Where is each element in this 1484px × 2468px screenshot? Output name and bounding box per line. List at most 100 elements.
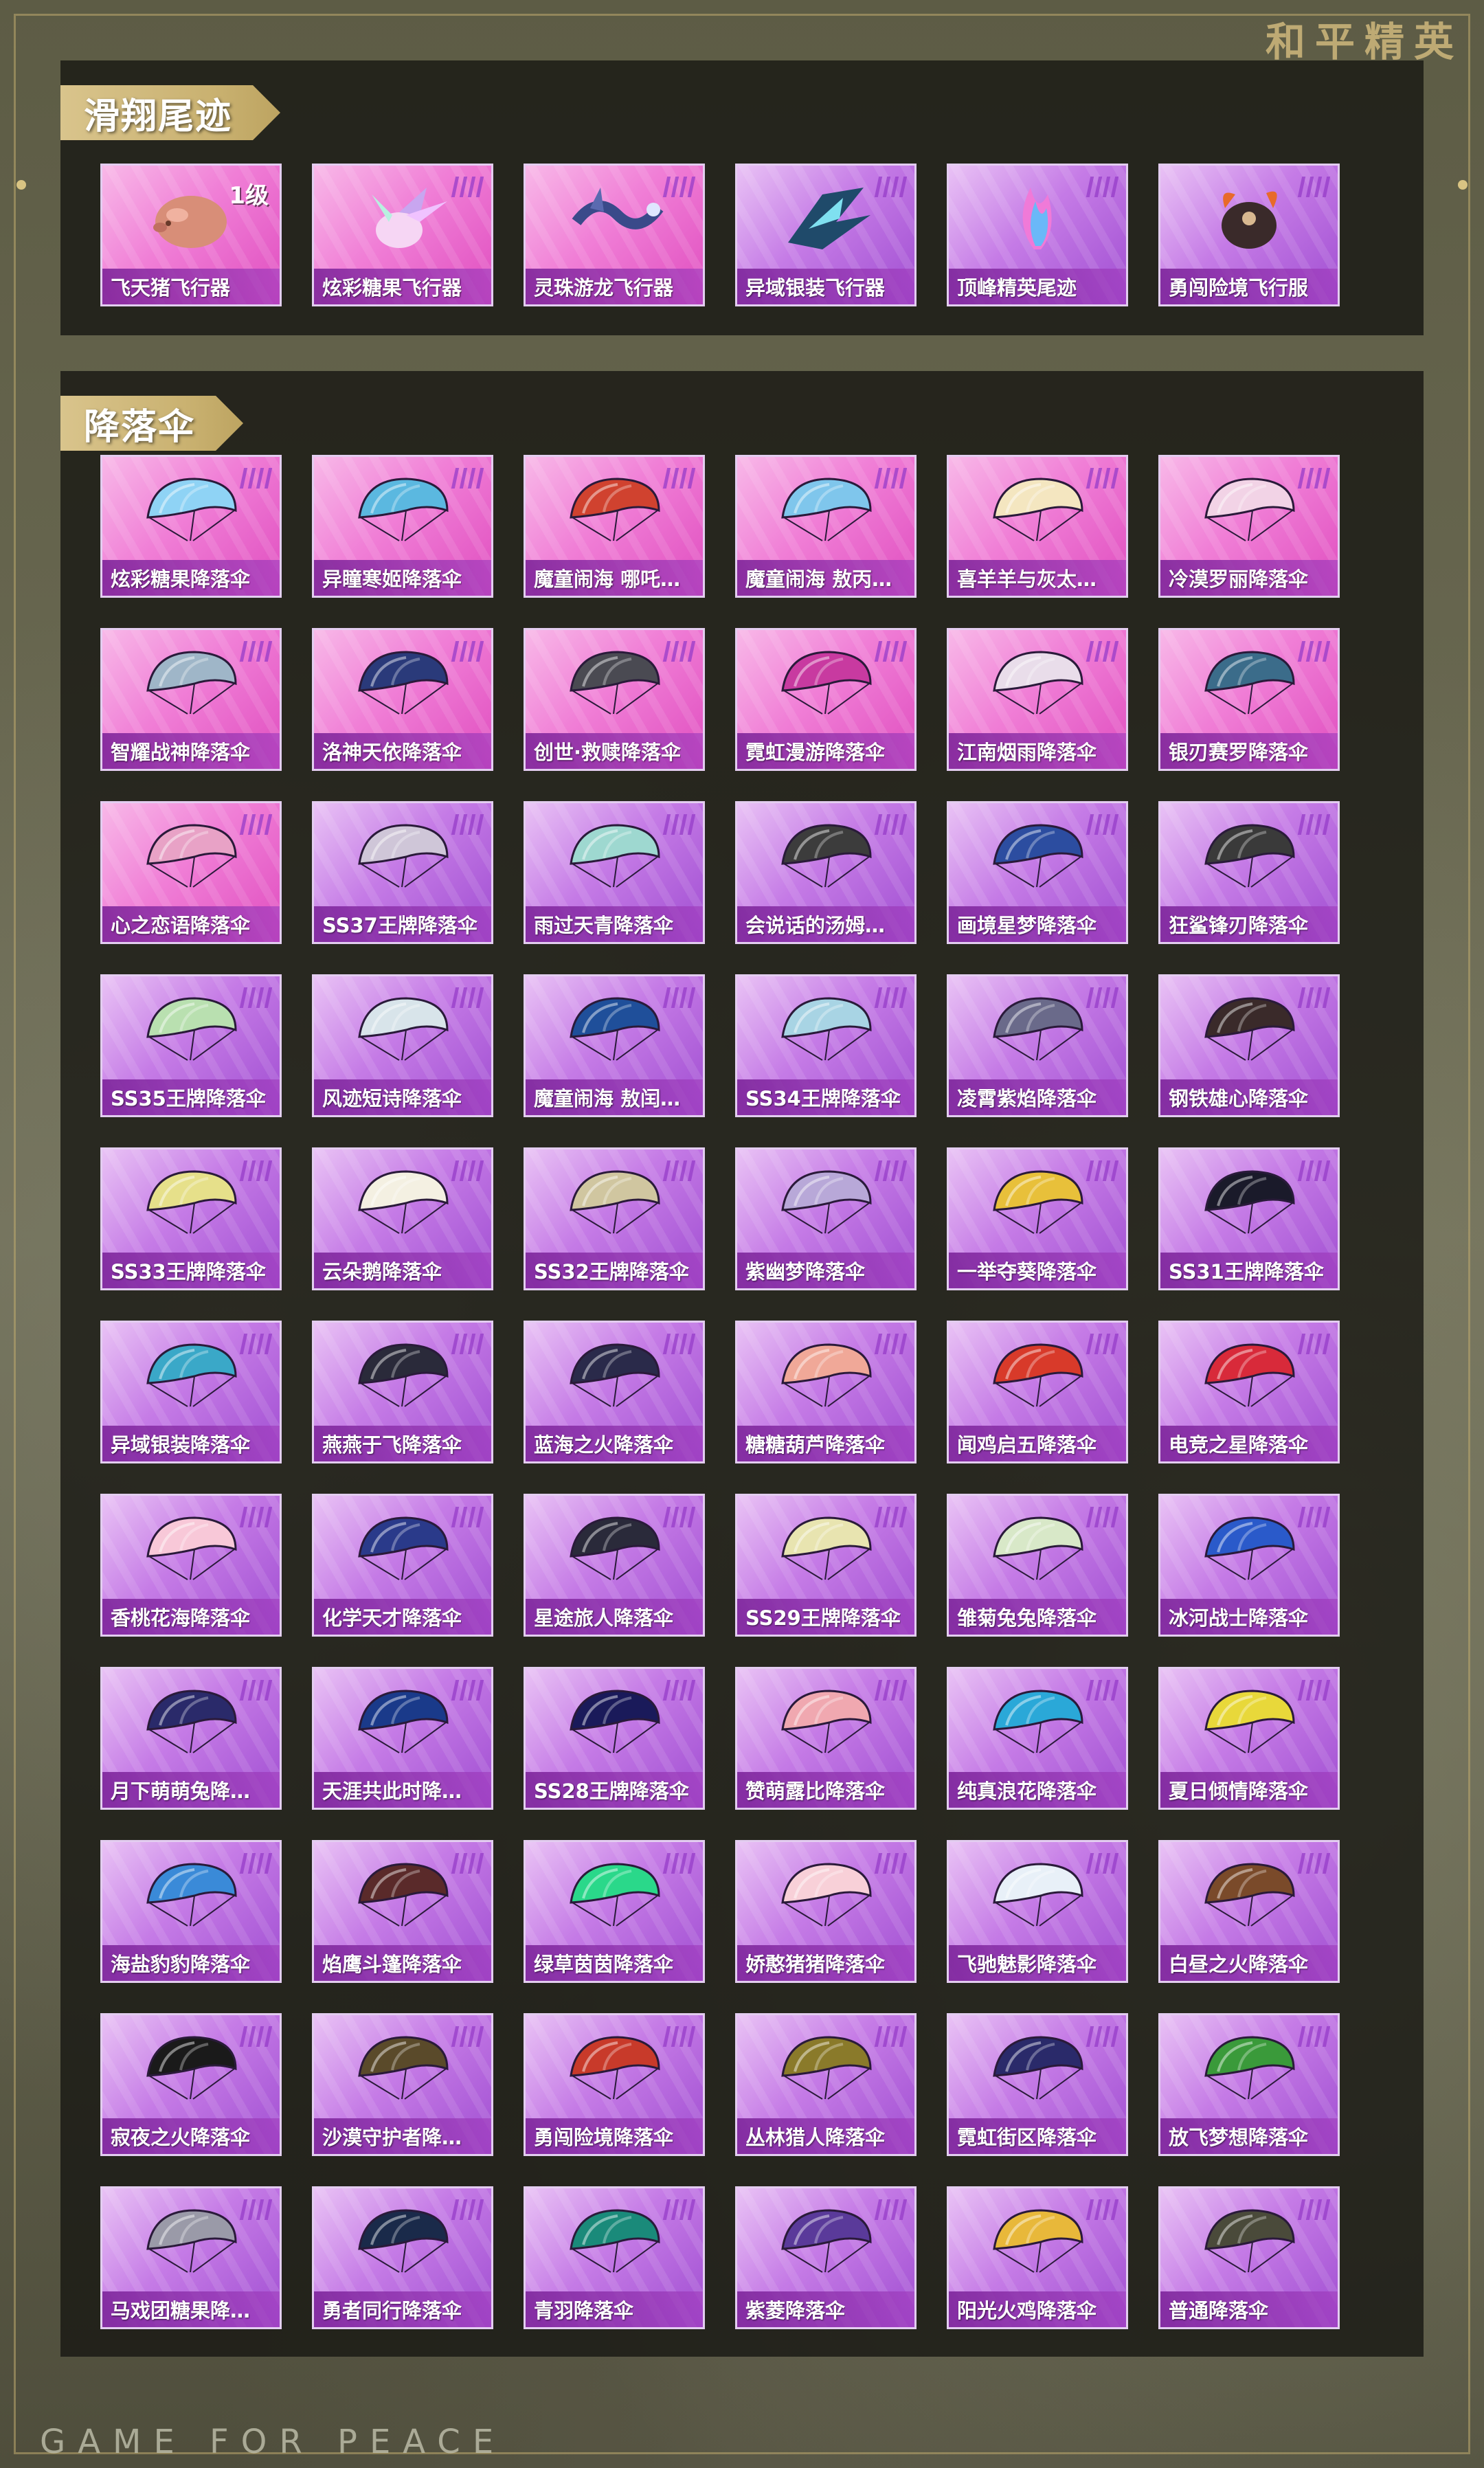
parachute-card[interactable]: 丛林猎人降落伞: [735, 2013, 917, 2156]
parachute-card[interactable]: 风迹短诗降落伞: [312, 974, 493, 1117]
rarity-bars-icon: [239, 1507, 273, 1527]
parachute-card[interactable]: 勇者同行降落伞: [312, 2186, 493, 2329]
parachute-card[interactable]: 洛神天依降落伞: [312, 628, 493, 771]
parachute-card[interactable]: SS29王牌降落伞: [735, 1494, 917, 1637]
parachute-card[interactable]: 化学天才降落伞: [312, 1494, 493, 1637]
parachute-icon: [139, 2203, 243, 2279]
parachute-card[interactable]: 会说话的汤姆…: [735, 801, 917, 944]
parachute-card[interactable]: 钢铁雄心降落伞: [1158, 974, 1340, 1117]
item-name-bar: 异域银装飞行器: [737, 269, 914, 304]
brand-footer-text: GAME FOR PEACE: [40, 2423, 506, 2461]
rarity-bars-icon: [1086, 468, 1119, 489]
parachute-card[interactable]: 雏菊兔兔降落伞: [947, 1494, 1128, 1637]
parachute-icon: [986, 645, 1089, 721]
rarity-bars-icon: [239, 641, 273, 662]
parachute-card[interactable]: 青羽降落伞: [524, 2186, 705, 2329]
parachute-card[interactable]: 月下萌萌兔降…: [100, 1667, 282, 1810]
parachute-card[interactable]: 画境星梦降落伞: [947, 801, 1128, 944]
item-name: 炫彩糖果降落伞: [111, 568, 251, 591]
parachute-card[interactable]: 炫彩糖果降落伞: [100, 455, 282, 598]
item-name: SS28王牌降落伞: [534, 1780, 689, 1803]
parachute-card[interactable]: 冷漠罗丽降落伞: [1158, 455, 1340, 598]
parachute-card[interactable]: 电竞之星降落伞: [1158, 1321, 1340, 1463]
parachute-card[interactable]: 海盐豹豹降落伞: [100, 1840, 282, 1983]
parachute-card[interactable]: 魔童闹海 敖丙…: [735, 455, 917, 598]
parachute-icon: [774, 1511, 877, 1586]
item-name: 喜羊羊与灰太…: [957, 568, 1097, 591]
item-name-bar: 焰鹰斗篷降落伞: [314, 1945, 491, 1981]
item-name: 夏日倾情降落伞: [1169, 1780, 1309, 1803]
parachute-card[interactable]: 赞萌露比降落伞: [735, 1667, 917, 1810]
parachute-card[interactable]: 云朵鹅降落伞: [312, 1147, 493, 1290]
parachute-card[interactable]: 沙漠守护者降…: [312, 2013, 493, 2156]
parachute-icon: [1198, 2203, 1301, 2279]
parachute-card[interactable]: 心之恋语降落伞: [100, 801, 282, 944]
parachute-card[interactable]: 智耀战神降落伞: [100, 628, 282, 771]
candy-craft-icon: [351, 181, 454, 256]
parachute-card[interactable]: SS32王牌降落伞: [524, 1147, 705, 1290]
parachute-card[interactable]: 魔童闹海 哪吒…: [524, 455, 705, 598]
parachute-card[interactable]: 糖糖葫芦降落伞: [735, 1321, 917, 1463]
parachute-card[interactable]: SS33王牌降落伞: [100, 1147, 282, 1290]
parachute-card[interactable]: 一举夺葵降落伞: [947, 1147, 1128, 1290]
parachute-card[interactable]: 香桃花海降落伞: [100, 1494, 282, 1637]
item-name: 洛神天依降落伞: [322, 741, 462, 764]
parachute-card[interactable]: 纯真浪花降落伞: [947, 1667, 1128, 1810]
rarity-bars-icon: [874, 468, 908, 489]
parachute-card[interactable]: 异域银装降落伞: [100, 1321, 282, 1463]
item-name: 画境星梦降落伞: [957, 914, 1097, 937]
parachute-card[interactable]: 霓虹街区降落伞: [947, 2013, 1128, 2156]
parachute-card[interactable]: 银刃赛罗降落伞: [1158, 628, 1340, 771]
parachute-card[interactable]: 勇闯险境降落伞: [524, 2013, 705, 2156]
item-name-bar: 马戏团糖果降…: [102, 2291, 280, 2327]
parachute-card[interactable]: 白昼之火降落伞: [1158, 1840, 1340, 1983]
item-name: 飞天猪飞行器: [111, 276, 231, 300]
parachute-card[interactable]: 紫幽梦降落伞: [735, 1147, 917, 1290]
parachute-card[interactable]: SS28王牌降落伞: [524, 1667, 705, 1810]
parachute-card[interactable]: 阳光火鸡降落伞: [947, 2186, 1128, 2329]
parachute-card[interactable]: 霓虹漫游降落伞: [735, 628, 917, 771]
parachute-card[interactable]: 普通降落伞: [1158, 2186, 1340, 2329]
parachute-card[interactable]: SS35王牌降落伞: [100, 974, 282, 1117]
parachute-card[interactable]: 喜羊羊与灰太…: [947, 455, 1128, 598]
item-name: 蓝海之火降落伞: [534, 1433, 674, 1457]
parachute-card[interactable]: 寂夜之火降落伞: [100, 2013, 282, 2156]
parachute-card[interactable]: 星途旅人降落伞: [524, 1494, 705, 1637]
parachute-card[interactable]: 魔童闹海 敖闰…: [524, 974, 705, 1117]
trail-card[interactable]: 1级 飞天猪飞行器: [100, 164, 282, 306]
parachute-card[interactable]: 闻鸡启五降落伞: [947, 1321, 1128, 1463]
parachute-card[interactable]: 江南烟雨降落伞: [947, 628, 1128, 771]
parachute-card[interactable]: 马戏团糖果降…: [100, 2186, 282, 2329]
parachute-card[interactable]: 夏日倾情降落伞: [1158, 1667, 1340, 1810]
parachute-card[interactable]: 绿草茵茵降落伞: [524, 1840, 705, 1983]
item-name: SS37王牌降落伞: [322, 914, 477, 937]
parachute-card[interactable]: 雨过天青降落伞: [524, 801, 705, 944]
parachute-card[interactable]: 异瞳寒姬降落伞: [312, 455, 493, 598]
item-name-bar: 燕燕于飞降落伞: [314, 1426, 491, 1461]
parachute-card[interactable]: SS31王牌降落伞: [1158, 1147, 1340, 1290]
parachute-card[interactable]: SS34王牌降落伞: [735, 974, 917, 1117]
parachute-card[interactable]: 凌霄紫焰降落伞: [947, 974, 1128, 1117]
rarity-bars-icon: [662, 177, 696, 197]
parachute-card[interactable]: 焰鹰斗篷降落伞: [312, 1840, 493, 1983]
item-name-bar: SS34王牌降落伞: [737, 1079, 914, 1115]
parachute-card[interactable]: 燕燕于飞降落伞: [312, 1321, 493, 1463]
trail-card[interactable]: 灵珠游龙飞行器: [524, 164, 705, 306]
parachute-card[interactable]: 蓝海之火降落伞: [524, 1321, 705, 1463]
parachute-card[interactable]: 娇憨猪猪降落伞: [735, 1840, 917, 1983]
parachute-card[interactable]: 放飞梦想降落伞: [1158, 2013, 1340, 2156]
trail-card[interactable]: 勇闯险境飞行服: [1158, 164, 1340, 306]
trail-card[interactable]: 异域银装飞行器: [735, 164, 917, 306]
parachute-card[interactable]: 创世·救赎降落伞: [524, 628, 705, 771]
trail-card[interactable]: 炫彩糖果飞行器: [312, 164, 493, 306]
parachute-card[interactable]: 天涯共此时降…: [312, 1667, 493, 1810]
parachute-card[interactable]: 紫菱降落伞: [735, 2186, 917, 2329]
parachute-card[interactable]: 冰河战士降落伞: [1158, 1494, 1340, 1637]
item-name-bar: 夏日倾情降落伞: [1160, 1772, 1338, 1808]
item-name: 勇闯险境飞行服: [1169, 276, 1309, 300]
parachute-card[interactable]: SS37王牌降落伞: [312, 801, 493, 944]
trail-card[interactable]: 顶峰精英尾迹: [947, 164, 1128, 306]
parachute-card[interactable]: 狂鲨锋刃降落伞: [1158, 801, 1340, 944]
rarity-bars-icon: [1086, 2199, 1119, 2220]
parachute-card[interactable]: 飞驰魅影降落伞: [947, 1840, 1128, 1983]
